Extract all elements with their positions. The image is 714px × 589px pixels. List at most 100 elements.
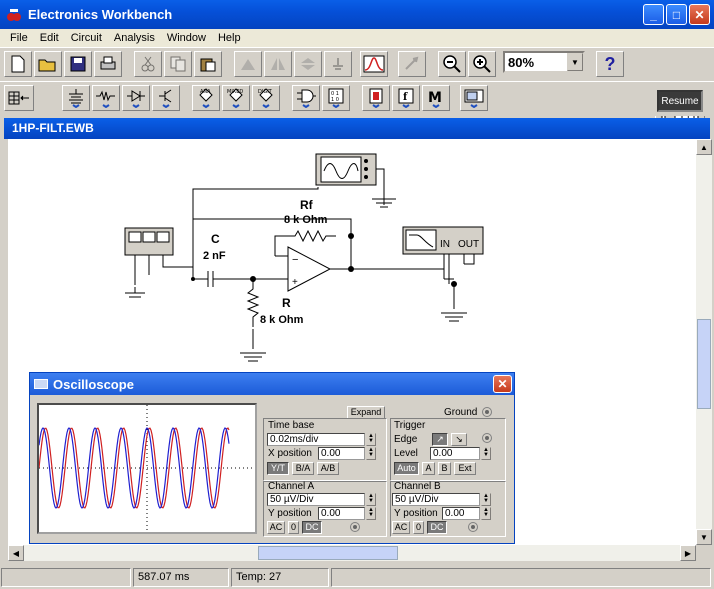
flip-horizontal-icon bbox=[271, 58, 285, 70]
mode-ab-button[interactable]: A/B bbox=[317, 462, 339, 475]
print-button[interactable] bbox=[94, 51, 122, 77]
menu-circuit[interactable]: Circuit bbox=[65, 32, 108, 44]
opamp-minus: − bbox=[292, 254, 298, 266]
channel-a-scale-spinner[interactable]: ▲ ▼ bbox=[366, 493, 376, 506]
xposition-spinner[interactable]: ▲ ▼ bbox=[366, 447, 376, 460]
trigger-a-button[interactable]: A bbox=[422, 462, 435, 475]
zoom-value: 80% bbox=[508, 55, 535, 70]
level-spinner[interactable]: ▲ ▼ bbox=[481, 447, 491, 460]
zoom-select[interactable]: 80% ▼ bbox=[503, 51, 585, 73]
menu-edit[interactable]: Edit bbox=[34, 32, 65, 44]
zoom-dropdown-arrow[interactable]: ▼ bbox=[567, 53, 583, 71]
timebase-spinner[interactable]: ▲ ▼ bbox=[366, 433, 376, 446]
rotate-button[interactable] bbox=[234, 51, 262, 77]
vertical-scroll-thumb[interactable] bbox=[697, 319, 711, 409]
cut-button[interactable] bbox=[134, 51, 162, 77]
mode-yt-button[interactable]: Y/T bbox=[267, 462, 289, 475]
sources-bin-button[interactable] bbox=[62, 85, 90, 111]
favorites-bin-button[interactable] bbox=[4, 85, 34, 111]
scroll-down-arrow[interactable]: ▼ bbox=[696, 529, 712, 545]
trigger-auto-button[interactable]: Auto bbox=[394, 462, 419, 475]
channel-a-scale[interactable]: 50 µV/Div bbox=[267, 493, 365, 506]
xposition-value[interactable]: 0.00 bbox=[318, 447, 365, 460]
basic-bin-button[interactable] bbox=[92, 85, 120, 111]
mixed-ics-bin-button[interactable]: MIXED bbox=[222, 85, 250, 111]
resume-button[interactable]: Resume bbox=[657, 90, 703, 112]
channel-b-ypos-spinner[interactable]: ▲ ▼ bbox=[481, 507, 491, 520]
create-subcircuit-button[interactable] bbox=[398, 51, 426, 77]
oscilloscope-window[interactable]: Oscilloscope ✕ Expand Ground Time base 0… bbox=[29, 372, 515, 544]
channel-b-scale[interactable]: 50 µV/Div bbox=[392, 493, 480, 506]
channel-a-dc-button[interactable]: DC bbox=[302, 521, 322, 534]
paste-button[interactable] bbox=[194, 51, 222, 77]
status-message bbox=[331, 568, 711, 587]
mode-ba-button[interactable]: B/A bbox=[292, 462, 314, 475]
close-button[interactable]: ✕ bbox=[689, 4, 710, 25]
plotter-out-label: OUT bbox=[458, 239, 479, 250]
waveform-display bbox=[38, 405, 255, 532]
level-value[interactable]: 0.00 bbox=[430, 447, 480, 460]
menu-file[interactable]: File bbox=[4, 32, 34, 44]
status-time: 587.07 ms bbox=[133, 568, 229, 587]
horizontal-scrollbar[interactable]: ◀ ▶ bbox=[8, 545, 696, 561]
channel-a-ac-button[interactable]: AC bbox=[267, 521, 285, 534]
status-empty bbox=[1, 568, 131, 587]
trigger-b-button[interactable]: B bbox=[438, 462, 451, 475]
svg-text:1 0: 1 0 bbox=[331, 97, 339, 103]
controls-bin-button[interactable]: f bbox=[392, 85, 420, 111]
flip-horizontal-button[interactable] bbox=[264, 51, 292, 77]
miscellaneous-bin-button[interactable]: M bbox=[422, 85, 450, 111]
channel-b-scale-spinner[interactable]: ▲ ▼ bbox=[481, 493, 491, 506]
edge-falling-button[interactable]: ↘ bbox=[451, 433, 467, 446]
logic-gates-bin-button[interactable] bbox=[292, 85, 320, 111]
trigger-ext-terminal[interactable] bbox=[482, 433, 492, 443]
help-button[interactable]: ? bbox=[596, 51, 624, 77]
analysis-graphs-button[interactable] bbox=[360, 51, 388, 77]
copy-button[interactable] bbox=[164, 51, 192, 77]
indicators-bin-button[interactable] bbox=[362, 85, 390, 111]
menu-analysis[interactable]: Analysis bbox=[108, 32, 161, 44]
scroll-right-arrow[interactable]: ▶ bbox=[680, 545, 696, 561]
favorites-bin-icon bbox=[8, 91, 29, 105]
trigger-ext-button[interactable]: Ext bbox=[454, 462, 476, 475]
maximize-button[interactable]: □ bbox=[666, 4, 687, 25]
instruments-bin-button[interactable] bbox=[460, 85, 488, 111]
save-button[interactable] bbox=[64, 51, 92, 77]
menu-window[interactable]: Window bbox=[161, 32, 212, 44]
new-file-button[interactable] bbox=[4, 51, 32, 77]
main-toolbar: ? I bbox=[0, 47, 714, 128]
channel-a-ypos[interactable]: 0.00 bbox=[318, 507, 365, 520]
minimize-button[interactable]: _ bbox=[643, 4, 664, 25]
flip-vertical-button[interactable] bbox=[294, 51, 322, 77]
channel-a-zero-button[interactable]: 0 bbox=[288, 521, 299, 534]
channel-b-ac-button[interactable]: AC bbox=[392, 521, 410, 534]
digital-ics-bin-button[interactable]: DIGIT bbox=[252, 85, 280, 111]
scroll-left-arrow[interactable]: ◀ bbox=[8, 545, 24, 561]
diodes-bin-button[interactable] bbox=[122, 85, 150, 111]
channel-b-ypos[interactable]: 0.00 bbox=[442, 507, 480, 520]
channel-b-terminal[interactable] bbox=[468, 522, 478, 532]
scroll-up-arrow[interactable]: ▲ bbox=[696, 139, 712, 155]
transistors-bin-button[interactable] bbox=[152, 85, 180, 111]
title-bar: Electronics Workbench _ □ ✕ bbox=[0, 0, 714, 29]
zoom-in-button[interactable] bbox=[468, 51, 496, 77]
channel-a-terminal[interactable] bbox=[350, 522, 360, 532]
ground-terminal[interactable] bbox=[482, 407, 492, 417]
horizontal-scroll-thumb[interactable] bbox=[258, 546, 398, 560]
open-button[interactable] bbox=[34, 51, 62, 77]
channel-a-ypos-spinner[interactable]: ▲ ▼ bbox=[366, 507, 376, 520]
vertical-scrollbar[interactable]: ▲ ▼ bbox=[696, 139, 712, 545]
svg-text:MIXED: MIXED bbox=[227, 89, 243, 95]
graph-icon bbox=[363, 55, 385, 73]
resistor-value: 8 k Ohm bbox=[260, 314, 304, 326]
menu-help[interactable]: Help bbox=[212, 32, 247, 44]
digital-bin-button[interactable]: 0 11 0 bbox=[322, 85, 350, 111]
component-properties-button[interactable] bbox=[324, 51, 352, 77]
analog-ics-bin-button[interactable]: ANA bbox=[192, 85, 220, 111]
channel-b-zero-button[interactable]: 0 bbox=[413, 521, 424, 534]
oscilloscope-close-button[interactable]: ✕ bbox=[493, 375, 512, 393]
timebase-value[interactable]: 0.02ms/div bbox=[267, 433, 365, 446]
channel-b-dc-button[interactable]: DC bbox=[427, 521, 447, 534]
zoom-out-button[interactable] bbox=[438, 51, 466, 77]
edge-rising-button[interactable]: ↗ bbox=[432, 433, 448, 446]
